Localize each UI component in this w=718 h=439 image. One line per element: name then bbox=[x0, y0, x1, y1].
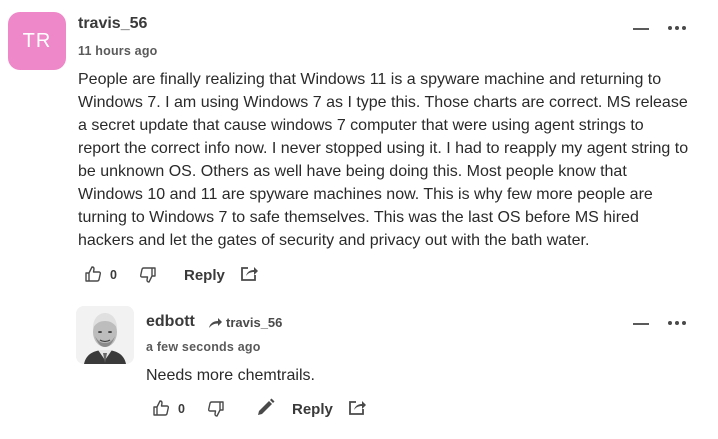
avatar[interactable] bbox=[76, 306, 134, 364]
reply-button[interactable]: Reply bbox=[184, 267, 225, 284]
comment-username[interactable]: travis_56 bbox=[78, 15, 147, 33]
reply-button[interactable]: Reply bbox=[292, 401, 333, 418]
downvote-button[interactable] bbox=[139, 266, 157, 284]
reply-to-link[interactable]: travis_56 bbox=[208, 315, 282, 330]
edit-button[interactable] bbox=[256, 398, 275, 417]
comment-text-line: turning to Windows 7 to safe themselves.… bbox=[78, 209, 639, 226]
reply-timestamp[interactable]: a few seconds ago bbox=[146, 340, 261, 354]
comment-text: People are finally realizing that Window… bbox=[78, 68, 688, 252]
downvote-button[interactable] bbox=[207, 400, 225, 418]
thumbs-up-icon bbox=[85, 266, 102, 282]
reply-arrow-icon bbox=[209, 317, 222, 328]
collapse-button[interactable] bbox=[633, 28, 649, 30]
collapse-button[interactable] bbox=[633, 323, 649, 325]
comment-timestamp[interactable]: 11 hours ago bbox=[78, 44, 158, 58]
more-options-button[interactable] bbox=[668, 321, 686, 325]
share-button[interactable] bbox=[240, 265, 259, 282]
comment-text-line: People are finally realizing that Window… bbox=[78, 71, 662, 88]
more-options-button[interactable] bbox=[668, 26, 686, 30]
upvote-count: 0 bbox=[110, 268, 117, 282]
upvote-button[interactable] bbox=[152, 399, 170, 417]
comment-text-line: report the correct info now. I never sto… bbox=[78, 140, 689, 157]
comment-text-line: a secret update that cause windows 7 com… bbox=[78, 117, 644, 134]
upvote-count: 0 bbox=[178, 402, 185, 416]
share-icon bbox=[241, 267, 258, 281]
comment-text-line: hackers and let the gates of security an… bbox=[78, 232, 590, 249]
share-icon bbox=[349, 401, 366, 415]
thumbs-down-icon bbox=[139, 267, 156, 283]
user-photo bbox=[76, 306, 134, 364]
reply-to-username[interactable]: travis_56 bbox=[226, 315, 282, 330]
upvote-button[interactable] bbox=[84, 265, 102, 283]
comment-text-line: be unknown OS. Others as well have being… bbox=[78, 163, 627, 180]
more-dots-icon bbox=[668, 321, 672, 325]
comment-text-line: Windows 10 and 11 are spyware machines n… bbox=[78, 186, 653, 203]
avatar[interactable]: TR bbox=[8, 12, 66, 70]
pencil-icon bbox=[258, 398, 275, 415]
comment-text-line: Windows 7. I am using Windows 7 as I typ… bbox=[78, 94, 688, 111]
thumbs-down-icon bbox=[207, 401, 224, 417]
share-button[interactable] bbox=[348, 399, 367, 416]
reply-username[interactable]: edbott bbox=[146, 313, 195, 331]
reply-text: Needs more chemtrails. bbox=[146, 367, 315, 384]
thumbs-up-icon bbox=[153, 400, 170, 416]
more-dots-icon bbox=[668, 26, 672, 30]
